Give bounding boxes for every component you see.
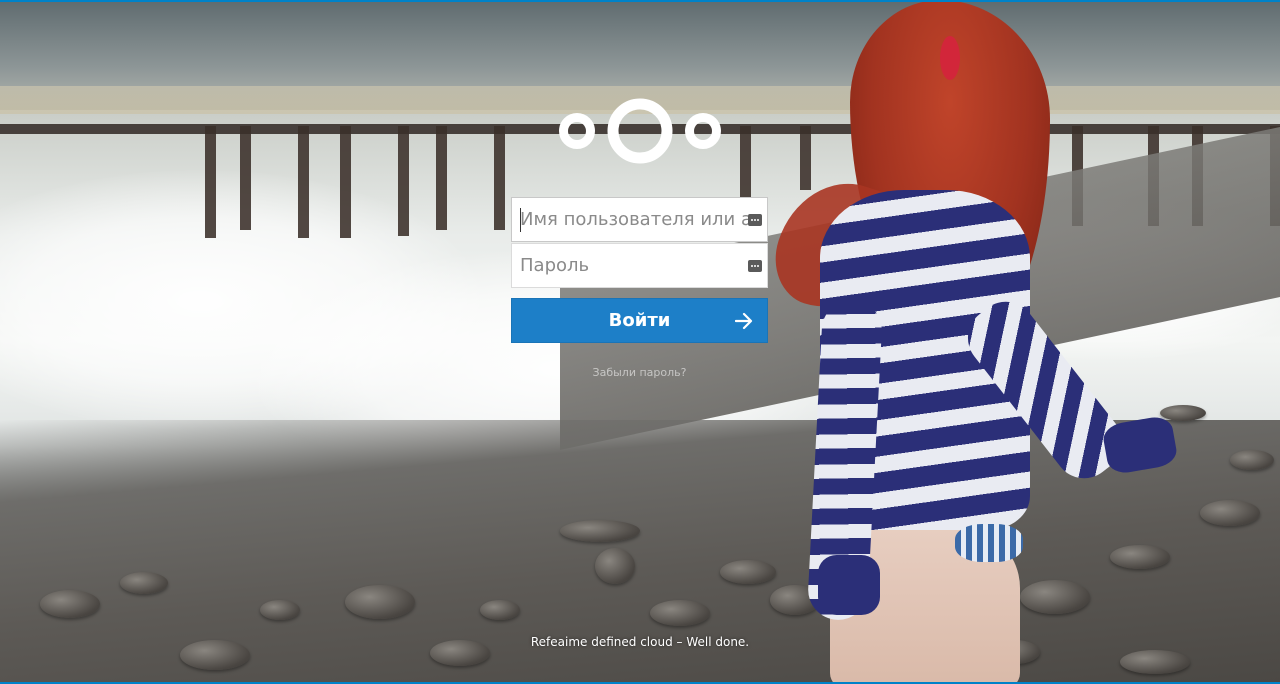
pier-post: [205, 126, 216, 238]
pier-post: [436, 126, 447, 230]
stone: [260, 600, 300, 620]
password-input[interactable]: [512, 245, 748, 286]
footer-text: Refeaime defined cloud – Well done.: [530, 635, 750, 649]
stone: [120, 572, 168, 594]
arrow-right-icon: [735, 312, 753, 330]
top-accent-bar: [0, 0, 1280, 2]
pier-post: [398, 126, 409, 236]
password-manager-icon[interactable]: [748, 214, 762, 226]
person-figure: [760, 0, 1200, 684]
stone: [480, 600, 520, 620]
pier-post: [240, 126, 251, 230]
nextcloud-logo-icon: [559, 98, 721, 164]
password-manager-icon[interactable]: [748, 260, 762, 272]
sleeve-cuff: [818, 555, 880, 615]
stone: [1200, 500, 1260, 526]
pier-post: [740, 126, 751, 198]
pier-post: [298, 126, 309, 238]
stone: [595, 548, 635, 584]
text-caret: [520, 208, 521, 232]
forgot-password-link[interactable]: Забыли пароль?: [511, 366, 768, 379]
stone: [650, 600, 710, 626]
stone: [40, 590, 100, 618]
stone: [1230, 450, 1274, 470]
stone: [560, 520, 640, 542]
username-field: [511, 197, 768, 242]
username-input[interactable]: [512, 199, 748, 240]
shorts: [955, 524, 1023, 562]
login-button-label: Войти: [608, 310, 671, 331]
password-field: [511, 243, 768, 288]
stone: [345, 585, 415, 619]
hair-clip: [940, 36, 960, 80]
login-page: Войти Забыли пароль? Refeaime defined cl…: [0, 0, 1280, 684]
pier-post: [494, 126, 505, 230]
login-button[interactable]: Войти: [511, 298, 768, 343]
pier-post: [340, 126, 351, 238]
login-form: Войти: [511, 197, 768, 343]
